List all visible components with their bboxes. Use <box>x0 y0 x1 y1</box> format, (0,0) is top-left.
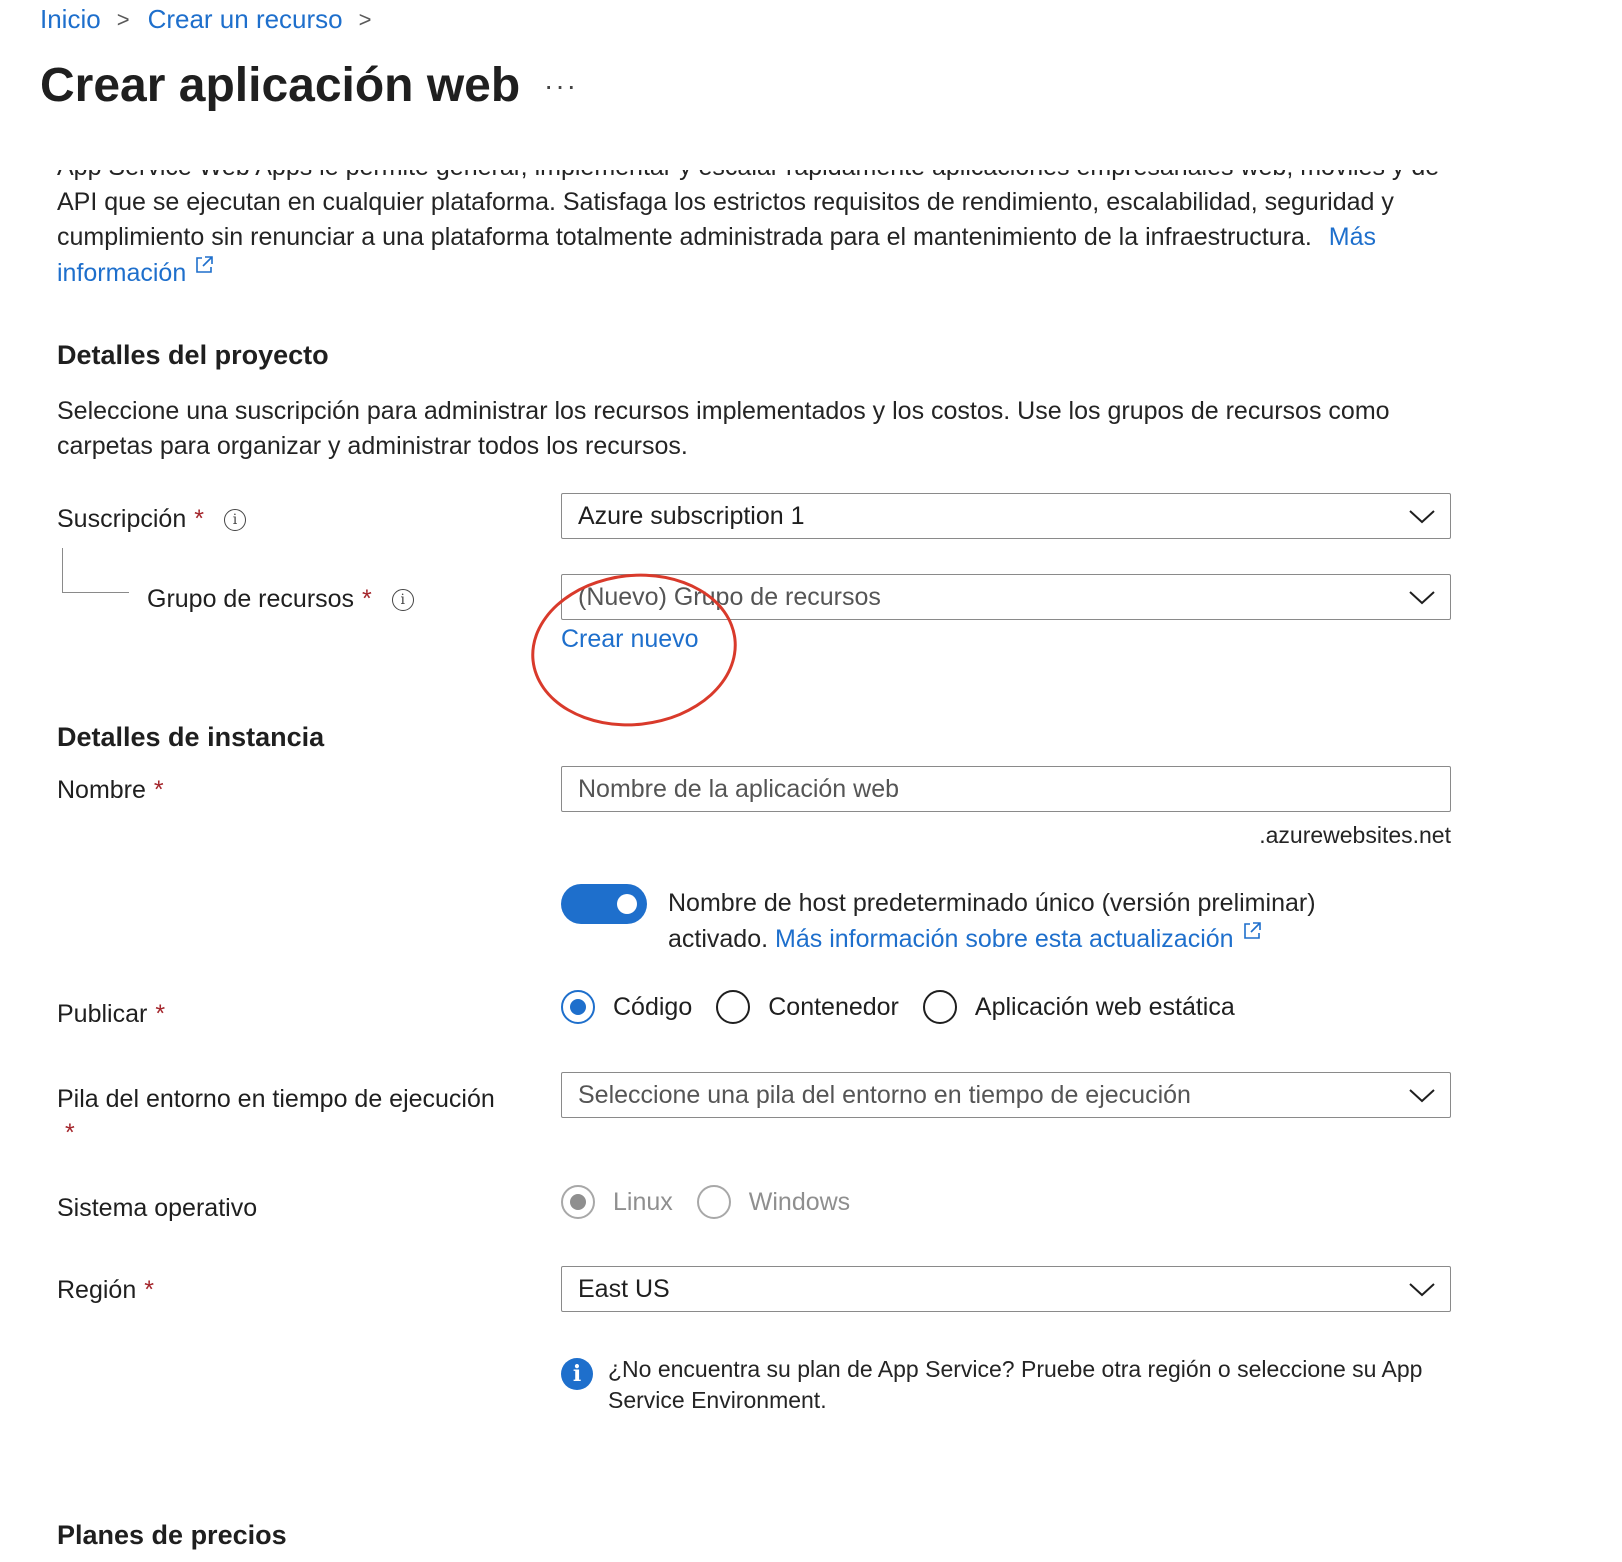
project-details-heading: Detalles del proyecto <box>57 340 329 370</box>
os-option-windows: Windows <box>696 1185 851 1219</box>
toggle-more-info-label: Más información sobre esta actualización <box>775 925 1234 953</box>
required-asterisk: * <box>65 1119 75 1147</box>
publish-option-code[interactable]: Código <box>561 990 692 1024</box>
toggle-more-info-link[interactable]: Más información sobre esta actualización <box>775 922 1262 953</box>
chevron-down-icon <box>1409 510 1435 524</box>
runtime-stack-placeholder: Seleccione una pila del entorno en tiemp… <box>578 1080 1191 1109</box>
radio-unselected[interactable] <box>922 990 957 1024</box>
required-asterisk: * <box>362 585 372 613</box>
os-radio-group: Linux Windows <box>561 1185 874 1219</box>
required-asterisk: * <box>194 505 204 533</box>
region-label-row: Región * <box>57 1276 154 1305</box>
publish-option-label: Contenedor <box>768 992 899 1021</box>
chevron-right-icon: > <box>358 6 372 32</box>
resource-group-label-row: Grupo de recursos * i <box>147 585 414 614</box>
required-asterisk: * <box>153 776 164 804</box>
required-asterisk: * <box>144 1276 154 1304</box>
chevron-right-icon: > <box>116 6 130 32</box>
pricing-plans-heading: Planes de precios <box>57 1520 287 1550</box>
radio-disabled-selected <box>561 1185 595 1219</box>
subscription-label-row: Suscripción * i <box>57 505 246 534</box>
runtime-label: Pila del entorno en tiempo de ejecución <box>57 1085 495 1113</box>
publish-option-static-web-app[interactable]: Aplicación web estática <box>922 990 1235 1024</box>
runtime-stack-dropdown[interactable]: Seleccione una pila del entorno en tiemp… <box>561 1072 1451 1118</box>
subscription-value: Azure subscription 1 <box>578 501 805 530</box>
os-label: Sistema operativo <box>57 1194 258 1222</box>
chevron-down-icon <box>1409 591 1435 605</box>
publish-option-container[interactable]: Contenedor <box>716 990 899 1024</box>
web-app-name-input[interactable]: Nombre de la aplicación web <box>561 766 1451 812</box>
radio-selected[interactable] <box>561 990 595 1024</box>
subscription-dropdown[interactable]: Azure subscription 1 <box>561 493 1451 539</box>
project-details-description: Seleccione una suscripción para administ… <box>57 397 1390 460</box>
required-asterisk: * <box>155 1000 166 1028</box>
intro-text-block: App Service Web Apps le permite generar,… <box>57 170 1457 291</box>
publish-label-row: Publicar * <box>57 1000 165 1029</box>
toggle-description: Nombre de host predeterminado único (ver… <box>668 886 1408 957</box>
instance-details-heading: Detalles de instancia <box>57 722 325 752</box>
toggle-knob <box>617 894 637 914</box>
radio-disabled <box>696 1185 731 1219</box>
chevron-down-icon <box>1409 1283 1435 1297</box>
info-filled-icon: i <box>561 1358 593 1390</box>
breadcrumb-home-link[interactable]: Inicio <box>40 4 101 35</box>
subscription-label: Suscripción <box>57 505 187 533</box>
breadcrumb: Inicio > Crear un recurso > <box>40 4 390 35</box>
name-label-row: Nombre * <box>57 776 164 805</box>
info-icon[interactable]: i <box>223 508 246 531</box>
chevron-down-icon <box>1409 1089 1435 1103</box>
os-option-label: Linux <box>613 1187 673 1216</box>
intro-viewport: App Service Web Apps le permite generar,… <box>0 170 1622 300</box>
region-dropdown[interactable]: East US <box>561 1266 1451 1312</box>
publish-option-label: Aplicación web estática <box>974 992 1235 1021</box>
os-option-label: Windows <box>748 1187 851 1216</box>
publish-option-label: Código <box>613 992 693 1021</box>
intro-description: App Service Web Apps le permite generar,… <box>57 170 1439 251</box>
breadcrumb-create-resource-link[interactable]: Crear un recurso <box>148 4 343 35</box>
region-value: East US <box>578 1274 670 1303</box>
web-app-name-placeholder: Nombre de la aplicación web <box>578 774 900 803</box>
unique-hostname-toggle[interactable] <box>561 884 647 924</box>
region-info-message: ¿No encuentra su plan de App Service? Pr… <box>608 1356 1423 1413</box>
runtime-label-row: Pila del entorno en tiempo de ejecución … <box>57 1082 527 1150</box>
os-option-linux: Linux <box>561 1185 673 1219</box>
page-title: Crear aplicación web <box>40 59 521 112</box>
domain-suffix: .azurewebsites.net <box>1259 822 1451 848</box>
radio-unselected[interactable] <box>716 990 751 1024</box>
tree-connector <box>62 548 129 593</box>
more-options-button[interactable]: ··· <box>544 70 578 102</box>
resource-group-label: Grupo de recursos <box>147 585 355 613</box>
region-label: Región <box>57 1276 137 1304</box>
info-icon[interactable]: i <box>391 588 414 611</box>
os-label-row: Sistema operativo <box>57 1194 257 1223</box>
name-label: Nombre <box>57 776 146 804</box>
external-link-icon <box>196 256 214 273</box>
publish-label: Publicar <box>57 1000 148 1028</box>
publish-radio-group: Código Contenedor Aplicación web estátic… <box>561 990 1259 1024</box>
external-link-icon <box>1243 922 1261 939</box>
